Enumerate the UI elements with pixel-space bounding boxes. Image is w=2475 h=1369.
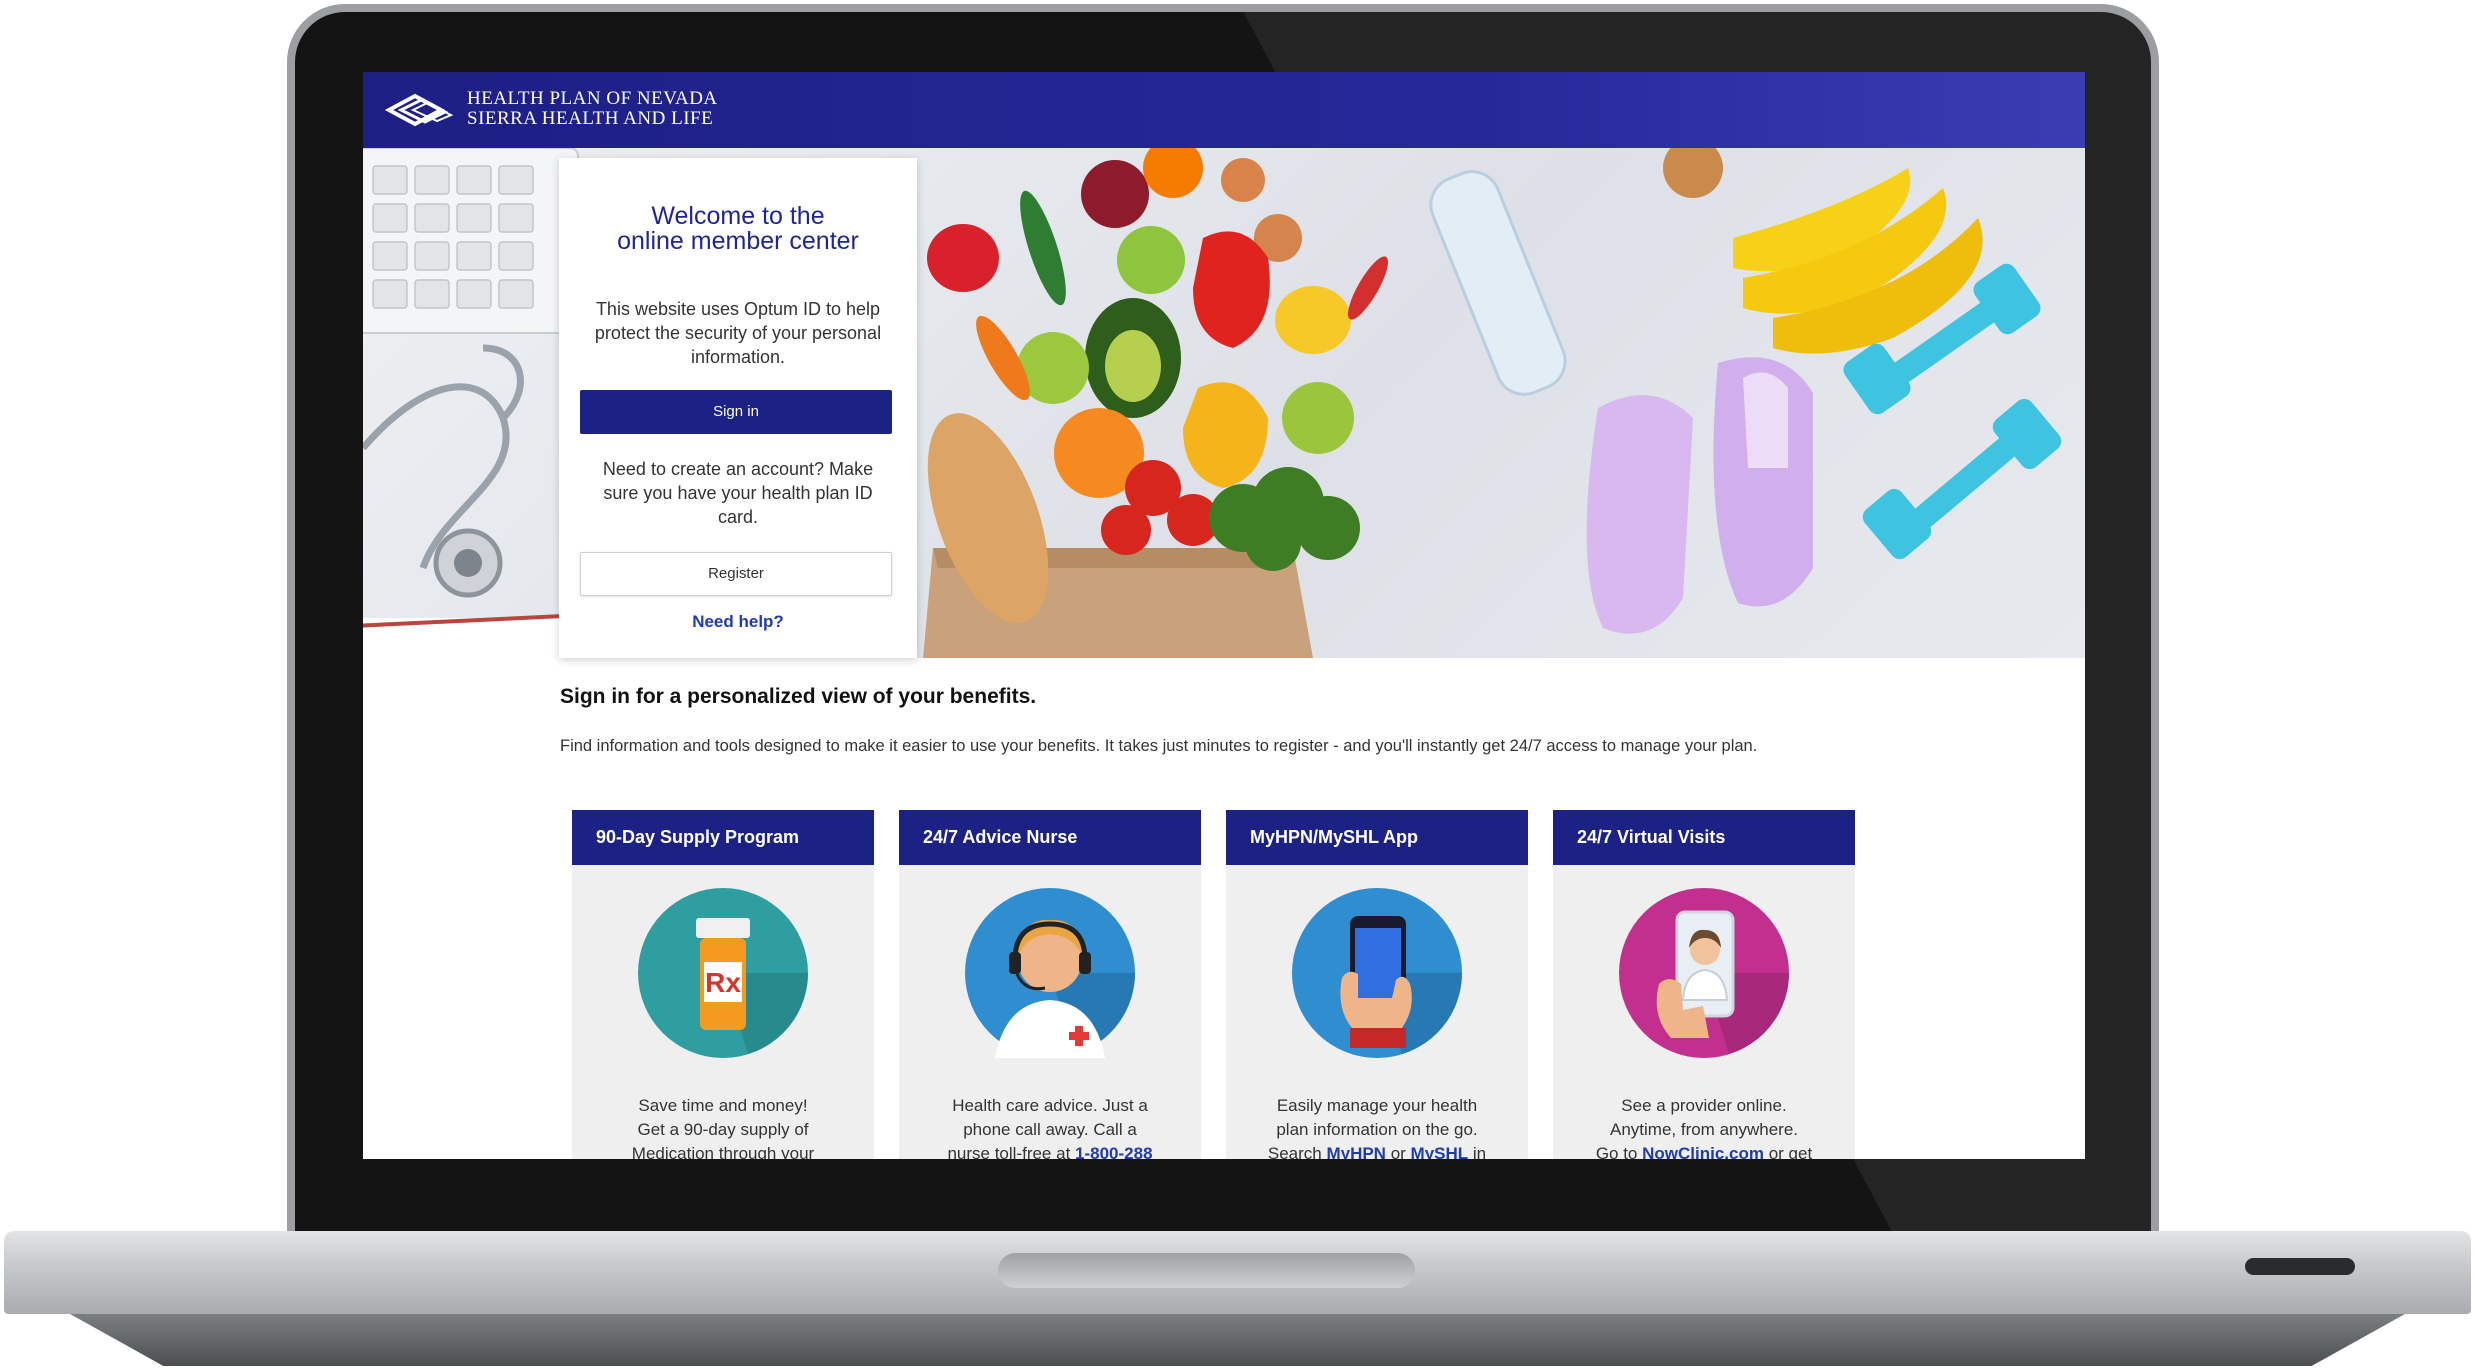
card-desc-line: Medication through your	[631, 1144, 815, 1159]
card-desc-line: See a provider online.	[1621, 1096, 1787, 1115]
create-account-text: Need to create an account? Make sure you…	[602, 459, 874, 527]
virtual-visit-icon	[1619, 888, 1789, 1058]
card-description: Easily manage your health plan informati…	[1244, 1094, 1510, 1159]
program-cards: 90-Day Supply Program Rx Save time and m…	[572, 810, 1862, 1159]
laptop-screen: HEALTH PLAN OF NEVADA SIERRA HEALTH AND …	[363, 72, 2085, 1159]
nurse-headset-icon	[965, 888, 1135, 1058]
smartphone-app-icon	[1292, 888, 1462, 1058]
card-desc-text: nurse toll-free at	[947, 1144, 1076, 1159]
card-desc-text: Search	[1267, 1144, 1327, 1159]
card-desc-line: nurse toll-free at 1-800-288	[917, 1142, 1183, 1159]
card-title[interactable]: MyHPN/MySHL App	[1226, 810, 1528, 865]
nurse-phone-link[interactable]: 1-800-288	[1075, 1144, 1153, 1159]
welcome-card: Welcome to the online member center This…	[559, 158, 917, 658]
laptop-foot	[70, 1314, 2405, 1366]
welcome-title-line2: online member center	[617, 227, 859, 255]
card-desc-line: Get a 90-day supply of	[637, 1120, 809, 1139]
card-desc-line: Easily manage your health	[1276, 1096, 1478, 1115]
card-title[interactable]: 90-Day Supply Program	[572, 810, 874, 865]
myhpn-link[interactable]: MyHPN	[1326, 1144, 1386, 1159]
brand-name-line2: SIERRA HEALTH AND LIFE	[467, 108, 714, 129]
benefits-intro: Find information and tools designed to m…	[560, 737, 1758, 755]
brand-logo-icon[interactable]	[385, 88, 455, 132]
card-desc-text: Go to	[1595, 1144, 1643, 1159]
prescription-bottle-icon: Rx	[638, 888, 808, 1058]
card-desc-line: Search MyHPN or MySHL in	[1244, 1142, 1510, 1159]
card-desc-text: or	[1385, 1144, 1411, 1159]
card-desc-text: or get	[1763, 1144, 1813, 1159]
card-title[interactable]: 24/7 Advice Nurse	[899, 810, 1201, 865]
welcome-title-line1: Welcome to the	[651, 202, 825, 230]
keyboard-illustration	[363, 148, 579, 334]
card-desc-line: Anytime, from anywhere.	[1609, 1120, 1798, 1139]
card-description: Save time and money! Get a 90-day supply…	[590, 1094, 856, 1159]
site-header: HEALTH PLAN OF NEVADA SIERRA HEALTH AND …	[363, 72, 2085, 148]
brand-name-line1: HEALTH PLAN OF NEVADA	[467, 88, 718, 109]
nowclinic-link[interactable]: NowClinic.com	[1642, 1144, 1764, 1159]
stethoscope-illustration	[363, 344, 524, 570]
sign-in-button[interactable]: Sign in	[580, 390, 892, 434]
card-desc-text: in	[1468, 1144, 1487, 1159]
card-desc-line: Go to NowClinic.com or get	[1571, 1142, 1837, 1159]
laptop-notch	[998, 1253, 1415, 1288]
card-desc-line: Health care advice. Just a	[952, 1096, 1148, 1115]
register-button[interactable]: Register	[580, 552, 892, 596]
svg-text:Rx: Rx	[705, 967, 741, 998]
card-desc-line: phone call away. Call a	[963, 1120, 1137, 1139]
card-title[interactable]: 24/7 Virtual Visits	[1553, 810, 1855, 865]
need-help-link[interactable]: Need help?	[559, 612, 917, 632]
benefits-heading: Sign in for a personalized view of your …	[560, 685, 1037, 708]
welcome-title: Welcome to the online member center	[559, 204, 917, 254]
card-90-day-supply[interactable]: 90-Day Supply Program Rx Save time and m…	[572, 810, 874, 1159]
card-mobile-app[interactable]: MyHPN/MySHL App Easily manage your healt…	[1226, 810, 1528, 1159]
laptop-led-slot	[2245, 1258, 2355, 1275]
card-desc-line: Save time and money!	[638, 1096, 808, 1115]
card-description: Health care advice. Just a phone call aw…	[917, 1094, 1183, 1159]
optum-id-description: This website uses Optum ID to help prote…	[594, 299, 882, 367]
card-virtual-visits[interactable]: 24/7 Virtual Visits See a provider onlin…	[1553, 810, 1855, 1159]
card-advice-nurse[interactable]: 24/7 Advice Nurse Health care advice. Ju…	[899, 810, 1201, 1159]
card-desc-line: plan information on the go.	[1276, 1120, 1478, 1139]
card-description: See a provider online. Anytime, from any…	[1571, 1094, 1837, 1159]
myshl-link[interactable]: MySHL	[1411, 1144, 1469, 1159]
